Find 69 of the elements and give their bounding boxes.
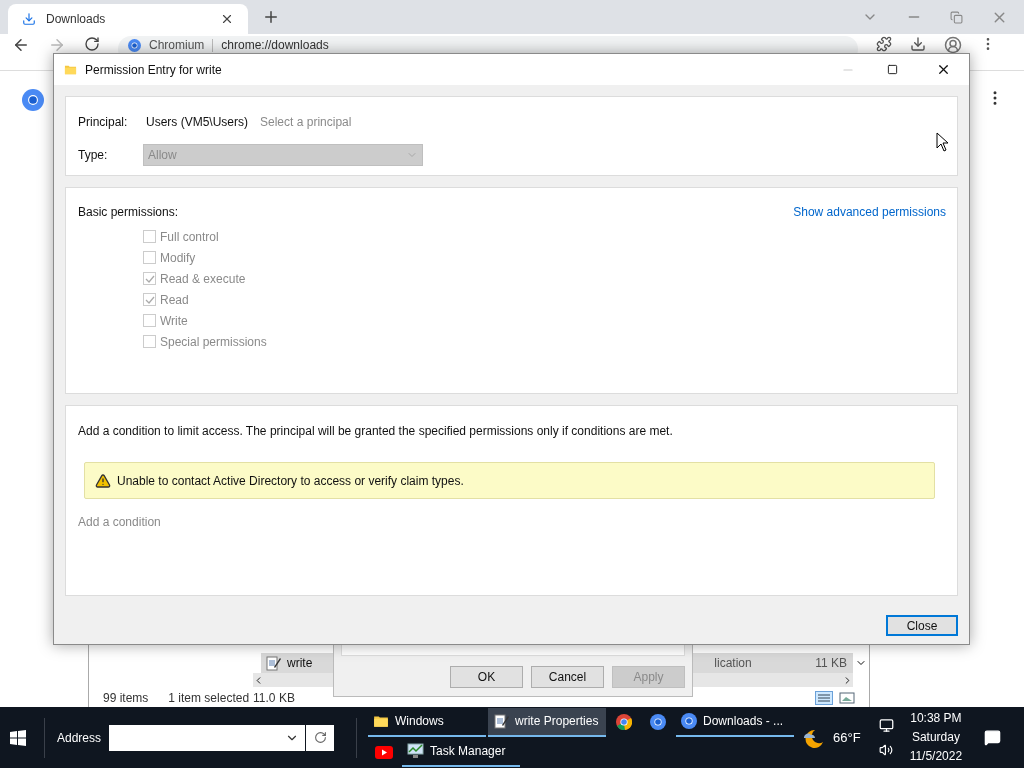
network-icon[interactable] <box>878 718 894 733</box>
chromium-icon <box>681 713 698 729</box>
close-icon[interactable] <box>936 62 951 77</box>
address-field[interactable] <box>109 724 306 751</box>
warning-text: Unable to contact Active Directory to access or verify claim types. <box>117 472 464 490</box>
mouse-cursor <box>936 132 949 152</box>
show-advanced-link[interactable]: Show advanced permissions <box>793 203 946 221</box>
close-icon[interactable] <box>220 12 234 26</box>
file-name: write <box>287 655 313 672</box>
file-type: lication <box>714 655 752 672</box>
chromium-icon <box>650 714 667 730</box>
status-text: 11.0 KB <box>253 690 295 707</box>
monitor-chart-icon <box>407 743 425 759</box>
dialog-button[interactable]: Cancel <box>531 666 604 688</box>
warning-icon <box>95 472 111 489</box>
status-text: 1 item selected <box>168 690 250 707</box>
taskbar-button[interactable]: write Properties <box>488 707 607 737</box>
url-text: chrome://downloads <box>221 39 329 52</box>
add-condition-link[interactable]: Add a condition <box>78 513 161 531</box>
clock[interactable]: 10:38 PM Saturday 11/5/2022 <box>909 709 963 766</box>
checkbox-label: Read <box>160 291 189 309</box>
new-tab-icon[interactable] <box>262 8 280 26</box>
checkbox-label: Special permissions <box>160 333 267 351</box>
chromium-logo <box>22 89 44 111</box>
file-size: 11 KB <box>815 655 848 672</box>
go-button[interactable] <box>306 724 335 751</box>
condition-text: Add a condition to limit access. The principal will be granted the specified permissions only if conditions are met. <box>78 423 674 440</box>
status-text: 99 items <box>103 690 149 707</box>
principal-label: Principal: <box>78 113 129 131</box>
close-button[interactable]: Close <box>886 614 958 636</box>
type-label: Type: <box>78 147 109 164</box>
forward-icon[interactable] <box>48 36 66 54</box>
chrome-icon <box>616 714 633 730</box>
folder-icon <box>373 713 390 729</box>
checkbox-label: Read & execute <box>160 270 246 288</box>
play-icon <box>375 745 394 759</box>
notification-icon[interactable] <box>984 729 1002 746</box>
taskbar-button[interactable]: Windows <box>368 707 487 737</box>
notepad-icon <box>493 713 510 729</box>
windows-start-icon[interactable] <box>10 729 26 746</box>
taskbar-button[interactable]: Task Manager <box>402 737 521 767</box>
download-icon <box>22 12 36 26</box>
taskbar-button[interactable]: Downloads - ... <box>676 707 795 737</box>
profile-icon[interactable] <box>944 36 962 54</box>
puzzle-icon[interactable] <box>876 36 892 52</box>
checkbox-label: Write <box>160 312 188 330</box>
dialog-button[interactable]: OK <box>450 666 523 688</box>
reload-icon[interactable] <box>84 36 100 52</box>
window-title: Permission Entry for write <box>85 61 222 79</box>
address-label: Address <box>57 729 102 747</box>
browser-tab[interactable]: Downloads <box>8 4 248 34</box>
chromium-icon <box>128 39 141 52</box>
back-icon[interactable] <box>12 36 30 54</box>
restore-icon[interactable] <box>950 10 963 24</box>
tab-title: Downloads <box>46 11 107 28</box>
checkbox-label: Modify <box>160 249 196 267</box>
volume-icon[interactable] <box>879 743 894 757</box>
notepad-icon <box>265 655 281 671</box>
select-principal-link[interactable]: Select a principal <box>260 112 352 131</box>
folder-icon <box>64 63 77 76</box>
download-icon[interactable] <box>910 36 926 52</box>
permissions-label: Basic permissions: <box>78 204 179 221</box>
maximize-icon[interactable] <box>887 64 898 75</box>
principal-value: Users (VM5\Users) <box>146 113 248 131</box>
site-label: Chromium <box>149 39 205 52</box>
temperature: 66°F <box>833 728 861 747</box>
thumbnail-view-icon[interactable] <box>839 691 855 705</box>
checkbox-label: Full control <box>160 228 219 246</box>
refresh-icon <box>313 731 327 744</box>
